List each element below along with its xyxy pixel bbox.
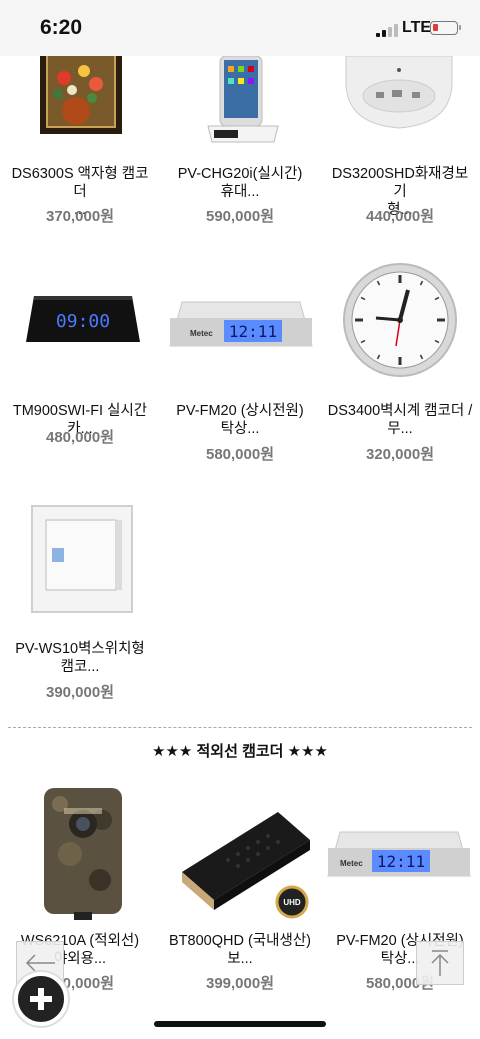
framed-painting-camera-icon bbox=[40, 56, 122, 134]
plus-icon bbox=[30, 988, 52, 1010]
alarm-clock-time: 09:00 bbox=[56, 311, 110, 332]
desk-clock-brand: Metec bbox=[340, 859, 363, 868]
scroll-top-button[interactable] bbox=[416, 941, 464, 985]
product-card[interactable]: DS3200SHD화재경보기 형... 440,000원 bbox=[320, 56, 480, 226]
product-name: DS3400벽시계 캠코더 / 무... bbox=[327, 403, 473, 437]
product-price: 390,000원 bbox=[45, 684, 115, 701]
product-card[interactable]: Metec 12:11 PV-FM20 (상시전원) 탁상... 580,000원 bbox=[160, 258, 320, 463]
signal-icon bbox=[376, 23, 398, 37]
battery-icon bbox=[430, 21, 461, 35]
product-name: PV-CHG20i(실시간) 휴대... bbox=[177, 166, 303, 200]
product-card[interactable]: DS3400벽시계 캠코더 / 무... 320,000원 bbox=[320, 258, 480, 463]
desk-clock-time: 12:11 bbox=[377, 852, 425, 871]
status-time: 6:20 bbox=[40, 16, 83, 39]
power-bank-camera-icon: UHD bbox=[182, 812, 310, 919]
product-price: 440,000원 bbox=[365, 208, 435, 225]
network-label: LTE bbox=[402, 19, 432, 36]
section-title: ★★★ 적외선 캠코더 ★★★ bbox=[152, 743, 328, 760]
product-price: 399,000원 bbox=[205, 975, 275, 992]
trail-camera-icon bbox=[44, 788, 122, 920]
product-card[interactable]: PV-CHG20i(실시간) 휴대... 590,000원 bbox=[160, 56, 320, 226]
product-price: 320,000원 bbox=[365, 446, 435, 463]
section-divider bbox=[8, 727, 472, 728]
product-price: 370,000원 bbox=[45, 208, 115, 225]
product-name: BT800QHD (국내생산) 보... bbox=[169, 933, 311, 967]
product-name: PV-WS10벽스위치형 캠코... bbox=[15, 641, 145, 675]
status-bar: 6:20 LTE bbox=[0, 0, 480, 56]
phone-dock-camera-icon bbox=[207, 56, 279, 143]
product-card[interactable]: 09:00 TM900SWI-FI 실시간카... 480,000원 bbox=[0, 258, 160, 448]
product-price: 480,000원 bbox=[45, 429, 115, 446]
product-card[interactable]: PV-WS10벽스위치형 캠코... 390,000원 bbox=[0, 500, 160, 705]
uhd-badge: UHD bbox=[283, 898, 301, 907]
wall-clock-camera-icon bbox=[343, 263, 457, 377]
product-price: 580,000원 bbox=[205, 446, 275, 463]
wall-switch-camera-icon bbox=[31, 505, 133, 613]
plus-button[interactable] bbox=[14, 972, 68, 1026]
alarm-clock-camera-icon: 09:00 bbox=[26, 296, 140, 342]
product-price: 590,000원 bbox=[205, 208, 275, 225]
home-indicator bbox=[154, 1021, 326, 1027]
desk-clock-brand: Metec bbox=[190, 329, 213, 338]
product-name: PV-FM20 (상시전원) 탁상... bbox=[176, 403, 304, 437]
desk-clock-camera-icon: Metec 12:11 bbox=[327, 831, 471, 877]
arrow-up-icon bbox=[431, 950, 449, 976]
product-card[interactable]: UHD BT800QHD (국내생산) 보... 399,000원 bbox=[160, 780, 320, 992]
desk-clock-camera-icon: Metec 12:11 bbox=[169, 301, 313, 347]
product-card[interactable]: DS6300S 액자형 캠코더... 370,000원 bbox=[0, 56, 160, 226]
desk-clock-time: 12:11 bbox=[229, 322, 277, 341]
smoke-detector-camera-icon bbox=[345, 56, 453, 129]
